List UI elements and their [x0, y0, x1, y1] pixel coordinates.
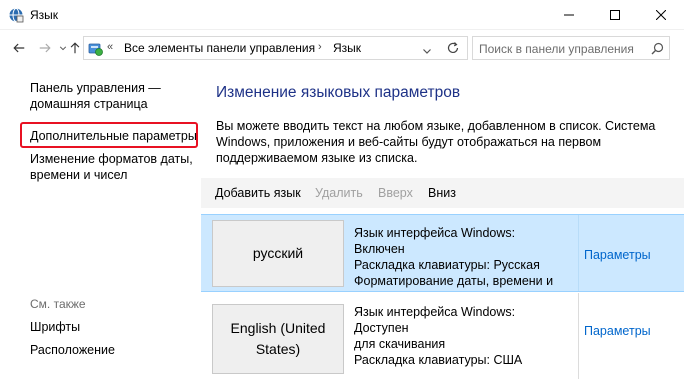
formats-link-line1: Изменение форматов даты,: [30, 152, 193, 166]
description-line: поддерживаемом языке из списка.: [216, 151, 418, 165]
refresh-icon[interactable]: [446, 41, 460, 55]
language-info: Язык интерфейса Windows: Доступен для ск…: [354, 304, 569, 368]
control-panel-home-link[interactable]: Панель управления — домашняя страница: [30, 80, 161, 112]
location-link[interactable]: Расположение: [30, 343, 115, 357]
search-input[interactable]: [479, 41, 644, 56]
breadcrumb-overflow[interactable]: «: [107, 41, 113, 53]
title-bar: Язык: [0, 0, 684, 30]
language-info-line: Язык интерфейса Windows: Включен: [354, 226, 516, 256]
up-button[interactable]: [66, 39, 84, 57]
breadcrumb-separator-icon[interactable]: ›: [318, 41, 322, 53]
home-link-line2: домашняя страница: [30, 97, 148, 111]
column-divider: [578, 215, 579, 291]
language-row-russian[interactable]: русский Язык интерфейса Windows: Включен…: [201, 214, 684, 304]
remove-language-button[interactable]: Удалить: [315, 186, 363, 200]
language-info-line: для скачивания: [354, 337, 446, 351]
formats-link-line2: времени и чисел: [30, 168, 128, 182]
move-up-button[interactable]: Вверх: [378, 186, 413, 200]
language-name: English (United: [230, 320, 326, 336]
page-title: Изменение языковых параметров: [216, 84, 461, 101]
language-row-english[interactable]: English (United States) Язык интерфейса …: [201, 293, 684, 379]
language-tile[interactable]: English (United States): [212, 304, 344, 374]
search-box[interactable]: [472, 36, 670, 60]
breadcrumb-all-control-panel-items[interactable]: Все элементы панели управления: [124, 41, 315, 55]
language-app-icon: [8, 7, 24, 23]
fonts-link[interactable]: Шрифты: [30, 320, 80, 334]
address-bar[interactable]: « Все элементы панели управления › Язык: [83, 36, 468, 60]
navigation-bar: « Все элементы панели управления › Язык: [0, 30, 684, 66]
language-name: русский: [252, 245, 304, 261]
control-panel-icon: [87, 40, 104, 57]
forward-button[interactable]: [36, 39, 54, 57]
language-options-link[interactable]: Параметры: [584, 248, 651, 262]
change-formats-link[interactable]: Изменение форматов даты, времени и чисел: [30, 151, 193, 183]
search-icon[interactable]: [651, 42, 664, 55]
add-language-button[interactable]: Добавить язык: [215, 186, 301, 200]
description-line: Вы можете вводить текст на любом языке, …: [216, 119, 656, 133]
window-title: Язык: [30, 8, 59, 22]
home-link-line1: Панель управления —: [30, 81, 161, 95]
language-info-line: Раскладка клавиатуры: Русская: [354, 258, 540, 272]
breadcrumb-language[interactable]: Язык: [333, 41, 361, 55]
advanced-settings-link[interactable]: Дополнительные параметры: [30, 128, 197, 144]
language-tile[interactable]: русский: [212, 220, 344, 287]
move-down-button[interactable]: Вниз: [428, 186, 456, 200]
close-button[interactable]: [638, 0, 684, 30]
column-divider: [578, 293, 579, 379]
maximize-button[interactable]: [592, 0, 638, 30]
page-description: Вы можете вводить текст на любом языке, …: [216, 118, 656, 166]
language-options-link[interactable]: Параметры: [584, 324, 651, 338]
minimize-button[interactable]: [546, 0, 592, 30]
language-name: States): [255, 341, 301, 357]
address-dropdown-icon[interactable]: [422, 43, 434, 55]
see-also-heading: См. также: [30, 297, 86, 311]
language-toolbar: Добавить язык Удалить Вверх Вниз: [201, 178, 684, 208]
back-button[interactable]: [10, 39, 28, 57]
language-info-line: Раскладка клавиатуры: США: [354, 353, 523, 367]
description-line: Windows, приложения и веб-сайты будут от…: [216, 135, 602, 149]
language-info-line: Язык интерфейса Windows: Доступен: [354, 305, 516, 335]
language-info-line: Форматирование даты, времени и: [354, 274, 554, 288]
